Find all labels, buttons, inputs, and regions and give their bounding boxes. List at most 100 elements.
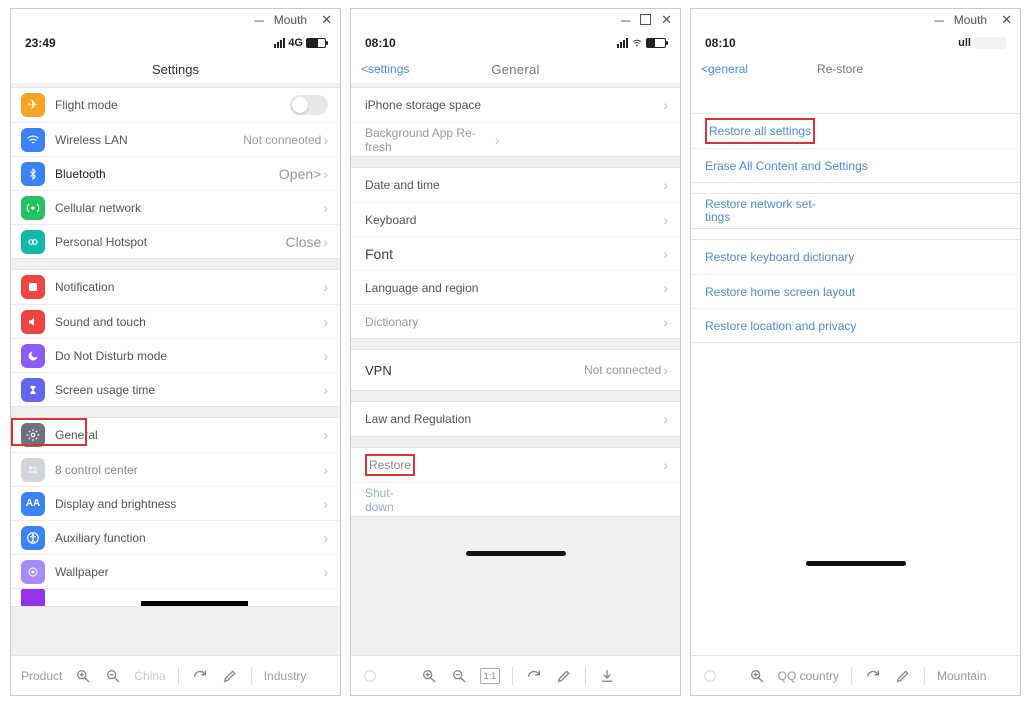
back-settings[interactable]: <settings [361,62,409,76]
bg-label: Background App Re-fresh [365,126,495,154]
row-screentime[interactable]: Screen usage time › [11,372,340,406]
row-vpn[interactable]: VPN Not connected › [351,350,680,390]
row-hotspot[interactable]: Personal Hotspot Close › [11,224,340,258]
hotspot-icon [21,230,45,254]
row-bg-refresh[interactable]: Background App Re-fresh › [351,122,680,156]
separator [178,667,179,685]
row-restore-network[interactable]: Restore network set-tings [691,194,1020,228]
separator [924,667,925,685]
wlan-meta: Not conneoted [243,133,321,147]
row-keyboard[interactable]: Keyboard › [351,202,680,236]
row-dict[interactable]: Dictionary › [351,304,680,338]
signal-icon [617,38,628,48]
group-notifications: Notification › Sound and touch › Do Not … [11,269,340,407]
close-icon[interactable]: ✕ [321,12,332,28]
row-storage[interactable]: iPhone storage space › [351,88,680,122]
dict-label: Dictionary [365,315,663,329]
row-shutdown[interactable]: Shut-down [351,482,680,516]
restore-scroll[interactable]: Restore all settings Erase All Content a… [691,83,1020,655]
row-general[interactable]: General › [11,418,340,452]
row-flight-mode[interactable]: ✈ Flight mode [11,88,340,122]
settings-scroll[interactable]: ✈ Flight mode Wireless LAN Not conneoted… [11,83,340,655]
row-erase-all[interactable]: Erase All Content and Settings [691,148,1020,182]
scale-icon[interactable]: 1:1 [480,668,500,684]
row-restore-kb[interactable]: Restore keyboard dictionary [691,240,1020,274]
row-display[interactable]: AA Display and brightness › [11,486,340,520]
maximize-icon[interactable] [640,13,651,28]
tool-china[interactable]: China [134,669,165,683]
row-date[interactable]: Date and time › [351,168,680,202]
storage-label: iPhone storage space [365,98,663,112]
law-label: Law and Regulation [365,412,663,426]
row-sound[interactable]: Sound and touch › [11,304,340,338]
chevron-right-icon: › [323,314,328,330]
chevron-right-icon: › [323,564,328,580]
tool-product[interactable]: Product [21,669,62,683]
bt-label: Bluetooth [55,167,279,181]
row-dnd[interactable]: Do Not Disturb mode › [11,338,340,372]
row-law[interactable]: Law and Regulation › [351,402,680,436]
status-bar-2: 08:10 [351,31,680,55]
tool-qq[interactable]: QQ country [778,669,839,683]
chevron-right-icon: › [663,246,668,262]
pencil-icon[interactable] [221,667,239,685]
minimize-icon[interactable]: ─ [621,13,630,28]
row-restore-location[interactable]: Restore location and privacy [691,308,1020,342]
row-notification[interactable]: Notification › [11,270,340,304]
row-wallpaper[interactable]: Wallpaper › [11,554,340,588]
row-restore-all[interactable]: Restore all settings [691,114,1020,148]
general-scroll[interactable]: iPhone storage space › Background App Re… [351,83,680,655]
network-label-3: ull [958,37,971,49]
aux-label: Auxiliary function [55,531,323,545]
row-restore[interactable]: Restore › [351,448,680,482]
zoom-in-icon[interactable] [420,667,438,685]
battery-icon [306,38,326,48]
back-general[interactable]: <general [701,62,748,76]
home-indicator[interactable] [466,551,566,556]
group-locale: Date and time › Keyboard › Font › Langua… [351,167,680,339]
titlebar-1: ─ Mouth ✕ [11,9,340,31]
row-aux[interactable]: Auxiliary function › [11,520,340,554]
status-bar-1: 23:49 4G [11,31,340,55]
chevron-right-icon: › [323,166,328,182]
rotate-icon[interactable] [525,667,543,685]
loc-label: Restore location and privacy [705,319,856,333]
pencil-icon[interactable] [555,667,573,685]
chevron-right-icon: › [663,457,668,473]
titlebar-3: ─ Mouth ✕ [691,9,1020,31]
row-lang[interactable]: Language and region › [351,270,680,304]
chevron-right-icon: › [663,362,668,378]
row-font[interactable]: Font › [351,236,680,270]
close-icon[interactable]: ✕ [1001,12,1012,28]
row-cellular[interactable]: Cellular network › [11,190,340,224]
minimize-icon[interactable]: ─ [935,13,944,28]
circle-icon[interactable] [701,667,719,685]
notif-label: Notification [55,280,323,294]
zoom-in-icon[interactable] [748,667,766,685]
tool-mountain[interactable]: Mountain [937,669,986,683]
download-icon[interactable] [598,667,616,685]
sound-label: Sound and touch [55,315,323,329]
tool-industry[interactable]: Industry [264,669,307,683]
circle-icon[interactable] [361,667,379,685]
date-label: Date and time [365,178,663,192]
clock-3: 08:10 [705,36,736,50]
flight-toggle[interactable] [290,95,328,115]
zoom-in-icon[interactable] [74,667,92,685]
rotate-icon[interactable] [864,667,882,685]
row-control-center[interactable]: 8 control center › [11,452,340,486]
toolbar-2: 1:1 [351,655,680,695]
rotate-icon[interactable] [191,667,209,685]
zoom-out-icon[interactable] [450,667,468,685]
general-label: General [55,428,323,442]
separator [585,667,586,685]
pencil-icon[interactable] [894,667,912,685]
row-wlan[interactable]: Wireless LAN Not conneoted › [11,122,340,156]
clock-1: 23:49 [25,36,56,50]
close-icon[interactable]: ✕ [661,12,672,28]
zoom-out-icon[interactable] [104,667,122,685]
row-restore-home[interactable]: Restore home screen layout [691,274,1020,308]
home-indicator[interactable] [806,561,906,566]
row-bluetooth[interactable]: Bluetooth Open> › [11,156,340,190]
minimize-icon[interactable]: ─ [255,13,264,28]
